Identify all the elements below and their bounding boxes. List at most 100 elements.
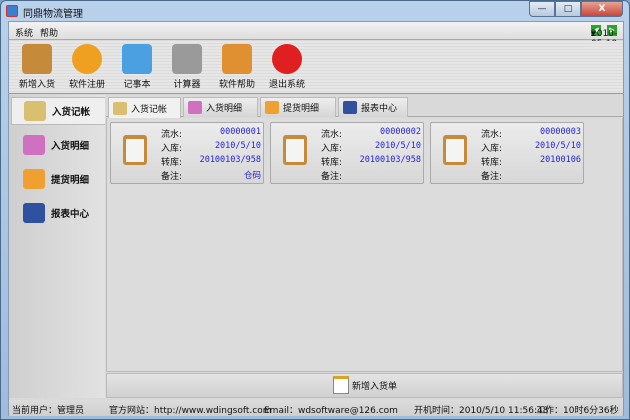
- minimize-button[interactable]: —: [529, 1, 555, 17]
- field-value: 2010/5/10: [534, 141, 581, 151]
- menu-bar: 系统 帮助 ◀ 2010-05-10 ▾ ▶: [9, 22, 623, 49]
- toolbar-button-4[interactable]: 计算器: [162, 44, 212, 90]
- field-label: 转库:: [481, 158, 503, 168]
- flower-box-icon: [23, 169, 45, 189]
- bottom-bar: 新增入货单: [106, 373, 623, 398]
- field-label: 备注:: [321, 172, 343, 182]
- toolbar: 新增入货 软件注册 记事本 计算器 软件帮助 退出系统: [9, 41, 623, 94]
- field-label: 备注:: [161, 172, 183, 182]
- status-user: 当前用户：管理员: [12, 406, 85, 416]
- toolbar-button-1[interactable]: 新增入货: [12, 44, 62, 90]
- sidebar-item-label: 入货记帐: [52, 107, 91, 118]
- status-bar: 当前用户：管理员 官方网站：http://www.wdingsoft.com E…: [9, 400, 623, 416]
- card-field-serial: 流水: 00000001: [161, 127, 261, 140]
- status-work-time: 工作：10时6分36秒: [536, 406, 619, 416]
- toolbar-label: 新增入货: [18, 80, 55, 90]
- app-window: 同鼎物流管理 — □ X 系统 帮助 ◀ 2010-05-10 ▾ ▶ 新增入货…: [0, 0, 630, 420]
- card-field-note: 备注: 仓码: [161, 169, 261, 182]
- toolbar-button-3[interactable]: 记事本: [112, 44, 162, 90]
- new-order-button[interactable]: 新增入货单: [333, 376, 397, 394]
- field-label: 备注:: [481, 172, 503, 182]
- field-label: 转库:: [321, 158, 343, 168]
- close-button[interactable]: X: [581, 1, 623, 17]
- tab-bar: 入货记帐 入货明细 提货明细 报表中心: [106, 97, 623, 118]
- card-field-in: 入库: 2010/5/10: [321, 141, 421, 154]
- sidebar-item-label: 提货明细: [51, 175, 90, 186]
- status-site[interactable]: 官方网站：http://www.wdingsoft.com: [109, 403, 272, 416]
- field-label: 流水:: [481, 130, 503, 140]
- toolbar-button-6[interactable]: 退出系统: [262, 44, 312, 90]
- card-field-note: 备注:: [321, 169, 421, 182]
- tab-label: 报表中心: [361, 104, 398, 114]
- field-label: 流水:: [161, 130, 183, 140]
- calculator-icon: [172, 44, 202, 74]
- field-label: 流水:: [321, 130, 343, 140]
- card-field-in: 入库: 2010/5/10: [481, 141, 581, 154]
- field-value: 20100106: [540, 155, 581, 165]
- clipboard-icon: [123, 135, 147, 165]
- card-field-in: 入库: 2010/5/10: [161, 141, 261, 154]
- toolbar-label: 软件帮助: [218, 80, 255, 90]
- key-icon: [72, 44, 102, 74]
- record-card[interactable]: 流水: 00000003 入库: 2010/5/10 转库: 20100106 备注:: [430, 122, 584, 184]
- sidebar-item-4[interactable]: 报表中心: [23, 203, 89, 223]
- butterfly-icon: [188, 101, 202, 114]
- window-title: 同鼎物流管理: [23, 9, 83, 20]
- field-label: 转库:: [161, 158, 183, 168]
- notepad-pencil-icon: [24, 101, 46, 121]
- chevron-down-icon[interactable]: ▾: [591, 29, 596, 39]
- sidebar-item-2[interactable]: 入货明细: [23, 135, 89, 155]
- clipboard-icon: [443, 135, 467, 165]
- record-card[interactable]: 流水: 00000001 入库: 2010/5/10 转库: 20100103/958 备注…: [110, 122, 264, 184]
- field-label: 入库:: [161, 144, 183, 154]
- notepad-pencil-icon: [113, 101, 127, 115]
- butterfly-icon: [23, 135, 45, 155]
- clipboard-icon: [283, 135, 307, 165]
- tab-3[interactable]: 提货明细: [260, 97, 336, 117]
- menu-system[interactable]: 系统: [15, 26, 33, 39]
- tab-2[interactable]: 入货明细: [183, 97, 258, 117]
- tab-label: 入货明细: [206, 104, 243, 114]
- card-field-transfer: 转库: 20100106: [481, 155, 581, 168]
- toolbar-label: 记事本: [123, 80, 151, 90]
- tab-1[interactable]: 入货记帐: [108, 97, 181, 118]
- field-value: 2010/5/10: [374, 141, 421, 151]
- menu-help[interactable]: 帮助: [40, 26, 58, 39]
- toolbar-button-5[interactable]: 软件帮助: [212, 44, 262, 90]
- help-icon: [222, 44, 252, 74]
- toolbar-button-2[interactable]: 软件注册: [62, 44, 112, 90]
- power-icon: [272, 44, 302, 74]
- sidebar: 入货记帐入货明细提货明细报表中心: [9, 95, 105, 398]
- toolbar-label: 退出系统: [268, 80, 305, 90]
- card-field-transfer: 转库: 20100103/958: [161, 155, 261, 168]
- field-label: 入库:: [481, 144, 503, 154]
- field-value: 仓码: [243, 171, 261, 181]
- toolbar-label: 软件注册: [68, 80, 105, 90]
- binders-icon: [343, 101, 357, 114]
- sidebar-item-label: 报表中心: [51, 209, 90, 220]
- tab-label: 提货明细: [283, 104, 320, 114]
- tab-4[interactable]: 报表中心: [338, 97, 408, 117]
- field-label: 入库:: [321, 144, 343, 154]
- notepad-pencil-icon: [333, 376, 349, 394]
- card-field-note: 备注:: [481, 169, 581, 182]
- card-area: 流水: 00000001 入库: 2010/5/10 转库: 20100103/958 备注…: [106, 118, 623, 372]
- flower-box-icon: [265, 101, 279, 114]
- toolbar-label: 计算器: [173, 80, 201, 90]
- card-field-transfer: 转库: 20100103/958: [321, 155, 421, 168]
- sidebar-item-3[interactable]: 提货明细: [23, 169, 89, 189]
- status-email[interactable]: Email：wdsoftware@126.com: [264, 403, 398, 416]
- app-icon: [6, 5, 18, 17]
- sidebar-item-1[interactable]: 入货记帐: [11, 97, 105, 125]
- record-card[interactable]: 流水: 00000002 入库: 2010/5/10 转库: 20100103/958 备注…: [270, 122, 424, 184]
- field-value: 2010/5/10: [214, 141, 261, 151]
- date-picker[interactable]: ◀ 2010-05-10 ▾ ▶: [591, 25, 617, 49]
- clipboard-icon: [22, 44, 52, 74]
- notebook-icon: [122, 44, 152, 74]
- tab-label: 入货记帐: [131, 104, 168, 115]
- maximize-button[interactable]: □: [555, 1, 581, 17]
- card-field-serial: 流水: 00000003: [481, 127, 581, 140]
- field-value: 20100103/958: [359, 155, 421, 165]
- field-value: 00000003: [540, 127, 581, 137]
- field-value: 20100103/958: [199, 155, 261, 165]
